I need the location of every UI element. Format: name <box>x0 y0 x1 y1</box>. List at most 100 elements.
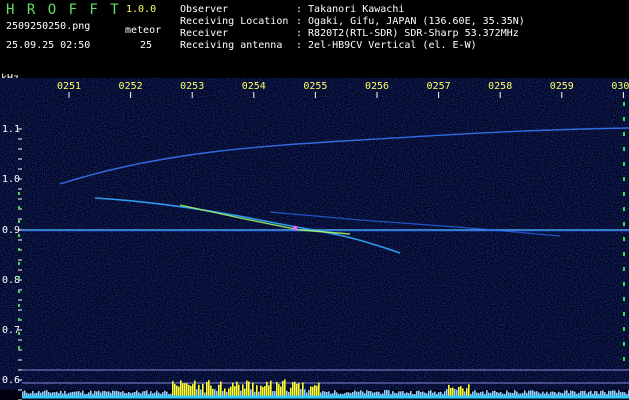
level-bar <box>166 391 168 396</box>
level-bar <box>558 391 560 396</box>
level-bar <box>532 390 534 396</box>
level-bar <box>88 392 90 396</box>
file-name: 2509250250.png <box>6 21 91 32</box>
level-bar <box>450 387 452 396</box>
side-marker <box>623 222 625 226</box>
level-bar <box>560 392 562 396</box>
side-marker <box>18 290 20 293</box>
level-bar <box>128 391 130 396</box>
level-bar <box>464 391 466 396</box>
level-bar <box>296 383 298 396</box>
level-bar <box>362 391 364 396</box>
level-bar <box>78 391 80 396</box>
level-bar <box>238 384 240 396</box>
level-bar <box>210 385 212 396</box>
level-bar <box>46 390 48 396</box>
level-bar <box>52 392 54 396</box>
level-bar <box>472 391 474 396</box>
meteor-count: 25 <box>140 40 153 51</box>
level-bar <box>620 392 622 396</box>
level-bar <box>486 390 488 396</box>
level-bar <box>248 381 250 396</box>
level-bar <box>104 390 106 396</box>
level-bar <box>536 391 538 396</box>
level-bar <box>280 386 282 396</box>
level-bar <box>354 390 356 396</box>
location-label: Receiving Location <box>180 16 289 27</box>
date-time: 25.09.25 02:50 <box>6 40 91 51</box>
level-bar <box>56 391 58 396</box>
level-bar <box>208 380 210 396</box>
level-bar <box>76 391 78 396</box>
level-bar <box>378 391 380 396</box>
level-bar <box>190 386 192 396</box>
y-tick-label: 0.8 <box>2 275 20 286</box>
level-bar <box>116 390 118 396</box>
level-bar <box>468 384 470 396</box>
app-version: 1.0.0 <box>126 4 157 15</box>
level-bar <box>44 390 46 396</box>
x-tick-label: 0251 <box>57 81 81 92</box>
level-bar <box>264 386 266 396</box>
level-bar <box>246 380 248 396</box>
level-bar <box>600 390 602 396</box>
level-bar <box>202 383 204 396</box>
side-marker <box>623 117 625 121</box>
side-marker <box>623 342 625 346</box>
level-bar <box>240 390 242 396</box>
level-bar <box>320 392 322 396</box>
level-bar <box>452 387 454 396</box>
level-bar <box>618 390 620 396</box>
x-tick-label: 0258 <box>488 81 512 92</box>
level-bar <box>596 391 598 396</box>
y-tick-label: 1.0 <box>2 174 20 185</box>
level-bar <box>388 390 390 396</box>
hrofft-window: H R O F F T 1.0.0 2509250250.png 25.09.2… <box>0 0 629 400</box>
level-bar <box>64 390 66 396</box>
level-bar <box>594 390 596 396</box>
level-bar <box>252 382 254 396</box>
level-bar <box>138 392 140 396</box>
level-bar <box>274 390 276 396</box>
level-bar <box>162 392 164 396</box>
level-bar <box>176 385 178 396</box>
location-value: : Ogaki, Gifu, JAPAN (136.60E, 35.35N) <box>296 16 525 27</box>
level-bar <box>622 391 624 396</box>
level-bar <box>308 389 310 396</box>
level-bar <box>120 392 122 396</box>
level-bar <box>584 390 586 396</box>
level-bar <box>356 391 358 396</box>
antenna-value: : 2el-HB9CV Vertical (el. E-W) <box>296 40 477 51</box>
level-bar <box>524 390 526 396</box>
level-bar <box>500 391 502 396</box>
level-bar <box>386 390 388 396</box>
side-marker <box>18 318 20 321</box>
level-bar <box>318 382 320 396</box>
x-tick-label: 0252 <box>119 81 143 92</box>
level-bar <box>572 390 574 396</box>
level-bar <box>312 386 314 396</box>
level-bar <box>428 390 430 396</box>
meteor-peak <box>292 225 298 231</box>
level-bar <box>134 391 136 396</box>
level-bar <box>582 390 584 396</box>
level-bar <box>370 391 372 396</box>
level-bar <box>444 391 446 396</box>
spectrogram: 0251 0252 0253 0254 0255 0256 0257 0258 0259 0300… <box>0 72 629 400</box>
observer-label: Observer <box>180 4 229 15</box>
level-bar <box>448 384 450 396</box>
level-bar <box>424 392 426 396</box>
level-bar <box>224 388 226 396</box>
side-marker <box>623 102 625 106</box>
side-marker <box>623 282 625 286</box>
level-bar <box>446 389 448 396</box>
level-bar <box>402 390 404 396</box>
level-bar <box>284 379 286 396</box>
level-bar <box>460 386 462 396</box>
level-bar <box>438 392 440 396</box>
observer-value: : Takanori Kawachi <box>296 4 405 15</box>
level-bar <box>528 390 530 396</box>
level-bar <box>172 381 174 396</box>
level-bar <box>352 392 354 396</box>
side-marker <box>623 312 625 316</box>
